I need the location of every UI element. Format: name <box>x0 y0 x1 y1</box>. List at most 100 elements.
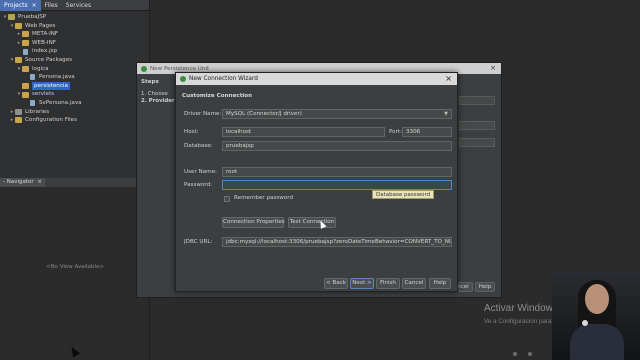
wizard-titlebar[interactable]: New Connection Wizard × <box>176 73 457 85</box>
tree-node[interactable]: SvPersona.java <box>0 99 149 108</box>
cancel-button[interactable]: Cancel <box>402 278 426 289</box>
connection-properties-button[interactable]: Connection Properties <box>222 217 285 228</box>
step-item: 2. Provider <box>141 98 175 104</box>
help-button[interactable]: Help <box>429 278 451 289</box>
package-icon <box>22 91 29 98</box>
back-button[interactable]: < Back <box>324 278 348 289</box>
netbeans-icon <box>141 65 147 72</box>
chevron-down-icon: ▼ <box>444 111 448 117</box>
tab-navigator[interactable]: - Navigator × <box>0 178 46 187</box>
library-icon <box>15 108 22 115</box>
tab-files[interactable]: Files <box>41 0 62 11</box>
persistence-help-button[interactable]: Help <box>475 282 495 292</box>
package-icon <box>22 83 29 90</box>
wizard-title: New Connection Wizard <box>189 76 258 82</box>
section-heading: Customize Connection <box>182 93 253 99</box>
status-indicator-icon <box>528 352 532 356</box>
tree-node-label: Web Pages <box>25 22 56 29</box>
tab-services[interactable]: Services <box>62 0 95 11</box>
port-field[interactable]: 3306 <box>402 127 452 137</box>
tab-projects[interactable]: Projects × <box>0 0 41 11</box>
username-field[interactable]: root <box>222 167 452 177</box>
tree-node[interactable]: ▸ WEB-INF <box>0 39 149 48</box>
remember-password-checkbox[interactable] <box>224 196 230 202</box>
persistence-select[interactable] <box>459 121 495 130</box>
tree-node-label: index.jsp <box>32 48 58 55</box>
navigator-tabbar: - Navigator × <box>0 178 149 187</box>
jdbc-url-label: JDBC URL: <box>184 239 213 245</box>
tree-node[interactable]: ▸ Configuration Files <box>0 116 149 125</box>
tab-close-icon[interactable]: × <box>32 2 37 9</box>
tree-node-label: META-INF <box>32 31 59 38</box>
projects-tabbar: Projects × Files Services <box>0 0 149 11</box>
file-icon <box>30 74 35 81</box>
folder-icon <box>15 22 22 29</box>
tree-node-label: logica <box>32 65 49 72</box>
file-icon <box>30 100 35 107</box>
close-icon[interactable]: × <box>445 74 452 83</box>
activation-watermark-subtitle: Ve a Configuración para <box>484 318 552 325</box>
close-icon[interactable]: × <box>490 64 496 72</box>
tab-projects-label: Projects <box>4 1 28 9</box>
folder-icon <box>22 31 29 38</box>
persistence-field[interactable] <box>459 96 495 105</box>
tree-node[interactable]: ▾ servlets <box>0 90 149 99</box>
navigator-panel: - Navigator × <No View Available> <box>0 178 150 360</box>
status-indicator-icon <box>513 352 517 356</box>
activation-watermark-title: Activar Windows <box>484 303 558 314</box>
driver-select[interactable]: MySQL (Connector/J driver) ▼ <box>222 109 452 119</box>
tree-node-label: persistencia <box>32 81 70 91</box>
password-label: Password: <box>184 182 213 188</box>
persistence-dialog-title: New Persistence Unit <box>150 65 210 72</box>
persistence-select[interactable] <box>459 138 495 147</box>
password-tooltip: Database password <box>372 190 435 199</box>
port-label: Port: <box>389 129 402 135</box>
finish-button[interactable]: Finish <box>376 278 400 289</box>
driver-value: MySQL (Connector/J driver) <box>226 111 302 117</box>
folder-icon <box>15 117 22 124</box>
tree-node[interactable]: Persona.java <box>0 73 149 82</box>
tree-node-label: servlets <box>32 91 55 98</box>
database-label: Database: <box>184 143 213 149</box>
host-field[interactable]: localhost <box>222 127 385 137</box>
tree-node-label: Persona.java <box>39 74 75 81</box>
database-field[interactable]: pruebajsp <box>222 141 452 151</box>
webcam-overlay <box>552 272 640 360</box>
package-icon <box>22 65 29 72</box>
steps-panel: Steps 1. Choose 2. Provider <box>141 79 177 105</box>
host-label: Host: <box>184 129 199 135</box>
presenter-face <box>585 284 609 314</box>
next-button[interactable]: Next > <box>350 278 374 289</box>
tree-node-label: Source Packages <box>25 56 73 63</box>
netbeans-icon <box>180 76 186 82</box>
project-icon <box>8 14 15 21</box>
test-connection-button[interactable]: Test Connection <box>288 217 336 228</box>
tab-navigator-label: - Navigator <box>3 179 34 185</box>
password-field[interactable] <box>222 180 452 190</box>
file-icon <box>23 48 28 55</box>
tree-node[interactable]: ▸ Libraries <box>0 108 149 117</box>
navigator-empty-text: <No View Available> <box>45 264 105 270</box>
folder-icon <box>22 40 29 47</box>
folder-icon <box>15 57 22 64</box>
tree-node[interactable]: ▾ logica <box>0 65 149 74</box>
tree-node-label: WEB-INF <box>32 39 56 46</box>
username-label: User Name: <box>184 169 217 175</box>
jdbc-url-field[interactable]: jdbc:mysql://localhost:3306/pruebajsp?ze… <box>222 237 452 247</box>
step-item: 1. Choose <box>141 91 168 97</box>
tree-node[interactable]: index.jsp <box>0 47 149 56</box>
tab-close-icon[interactable]: × <box>37 179 42 185</box>
tree-node[interactable]: persistencia <box>0 81 149 91</box>
remember-password-label: Remember password <box>234 195 294 201</box>
microphone-icon <box>582 320 588 326</box>
presenter-body <box>570 324 624 360</box>
new-connection-wizard: New Connection Wizard × Customize Connec… <box>175 72 458 292</box>
tree-node[interactable]: ▾ Web Pages <box>0 22 149 31</box>
tree-node[interactable]: ▾ Source Packages <box>0 56 149 65</box>
tree-node[interactable]: ▸ META-INF <box>0 30 149 39</box>
project-tree: ▾ PruebaJSP ▾ Web Pages ▸ META-INF ▸ WEB-INF ind… <box>0 11 149 125</box>
tree-node-label: PruebaJSP <box>18 14 47 20</box>
steps-heading: Steps <box>141 79 159 85</box>
tree-node-label: Configuration Files <box>25 117 77 124</box>
tree-node[interactable]: ▾ PruebaJSP <box>0 13 149 22</box>
